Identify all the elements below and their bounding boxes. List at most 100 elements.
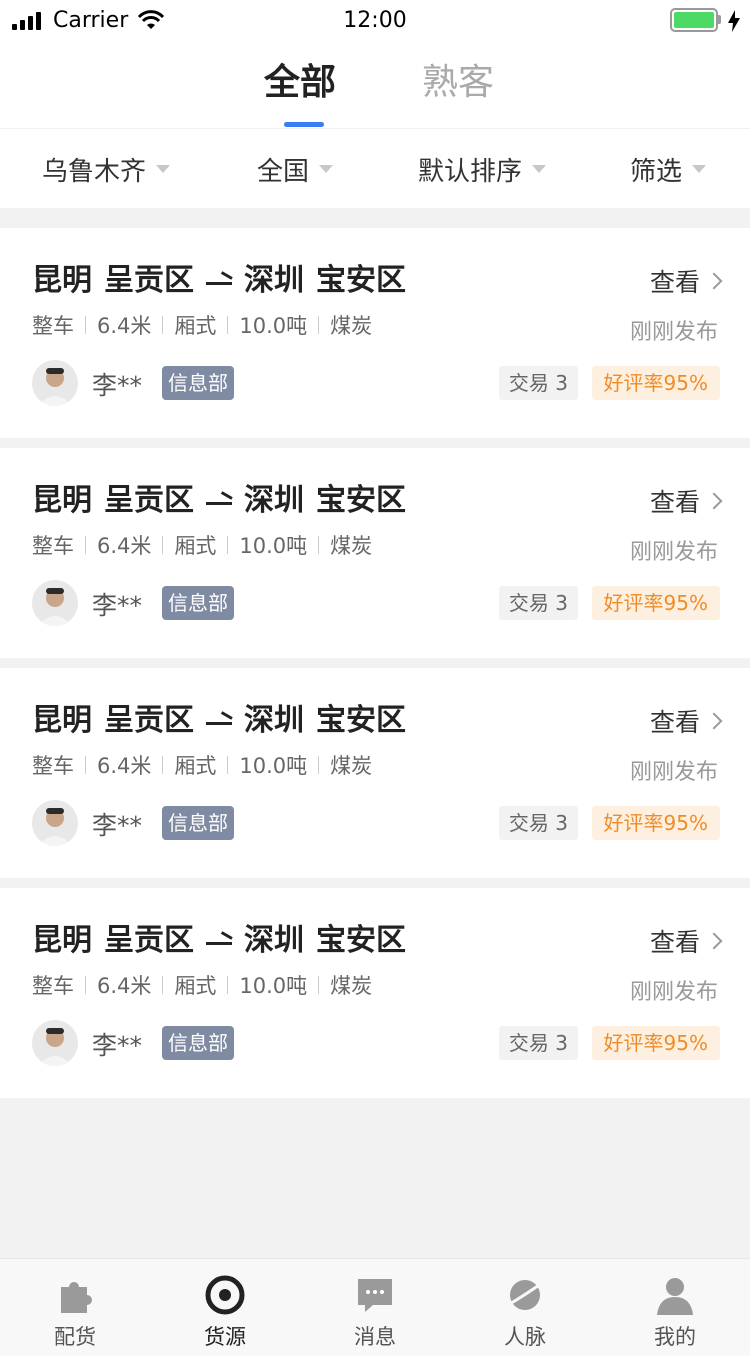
tabbar-label: 人脉 (504, 1325, 546, 1349)
route: 昆明 呈贡区 深圳 宝安区 (32, 260, 406, 302)
tabbar-item-dispatch[interactable]: 配货 (0, 1259, 150, 1356)
trade-count-badge: 交易 3 (498, 366, 578, 400)
spec-item: 厢式 (174, 534, 217, 558)
listing-card[interactable]: 昆明 呈贡区 深圳 宝安区 整车 6.4米 厢式 10.0吨 煤炭 查看 刚刚发… (0, 668, 750, 878)
cargo-specs: 整车 6.4米 厢式 10.0吨 煤炭 (32, 310, 372, 340)
filter-region-label: 全国 (257, 156, 310, 187)
route-arrow-icon (206, 274, 232, 288)
spec-item: 厢式 (174, 754, 217, 778)
spec-item: 6.4米 (97, 754, 152, 778)
avatar[interactable] (32, 1020, 78, 1066)
tabbar-item-me[interactable]: 我的 (600, 1259, 750, 1356)
poster-tag-badge: 信息部 (162, 366, 234, 400)
route-arrow-icon (206, 714, 232, 728)
trade-count-badge: 交易 3 (498, 806, 578, 840)
cargo-specs: 整车 6.4米 厢式 10.0吨 煤炭 (32, 970, 372, 1000)
route-arrow-icon (206, 934, 232, 948)
filter-screen-label: 筛选 (630, 156, 683, 187)
trade-count-badge: 交易 3 (498, 586, 578, 620)
avatar[interactable] (32, 360, 78, 406)
spec-item: 整车 (32, 314, 74, 338)
listing-card[interactable]: 昆明 呈贡区 深圳 宝安区 整车 6.4米 厢式 10.0吨 煤炭 查看 刚刚发… (0, 228, 750, 438)
poster-tag-badge: 信息部 (162, 1026, 234, 1060)
view-button[interactable]: 查看 (650, 264, 723, 298)
dest-district: 宝安区 (316, 263, 406, 298)
dest-city: 深圳 (244, 703, 304, 738)
tabbar-item-cargo[interactable]: 货源 (150, 1259, 300, 1356)
listing-card[interactable]: 昆明 呈贡区 深圳 宝安区 整车 6.4米 厢式 10.0吨 煤炭 查看 刚刚发… (0, 448, 750, 658)
tab-all[interactable]: 全部 (264, 58, 336, 108)
spec-item: 6.4米 (97, 314, 152, 338)
spec-item: 10.0吨 (239, 974, 308, 998)
avatar[interactable] (32, 800, 78, 846)
filter-sort[interactable]: 默认排序 (418, 129, 547, 209)
route: 昆明 呈贡区 深圳 宝安区 (32, 480, 406, 522)
origin-district: 呈贡区 (104, 263, 194, 298)
chevron-right-icon (705, 272, 723, 290)
origin-city: 昆明 (32, 703, 92, 738)
poster-name: 李** (92, 811, 143, 840)
caret-down-icon (156, 165, 171, 173)
tabbar-label: 消息 (354, 1325, 396, 1349)
view-button[interactable]: 查看 (650, 484, 723, 518)
spec-item: 整车 (32, 534, 74, 558)
dest-city: 深圳 (244, 483, 304, 518)
filter-region[interactable]: 全国 (257, 129, 334, 209)
chevron-right-icon (705, 932, 723, 950)
tabbar-item-network[interactable]: 人脉 (450, 1259, 600, 1356)
poster-name: 李** (92, 371, 143, 400)
tabbar-item-messages[interactable]: 消息 (300, 1259, 450, 1356)
listing-card[interactable]: 昆明 呈贡区 深圳 宝安区 整车 6.4米 厢式 10.0吨 煤炭 查看 刚刚发… (0, 888, 750, 1098)
battery-icon (670, 8, 718, 32)
battery-tip (718, 15, 721, 24)
route: 昆明 呈贡区 深圳 宝安区 (32, 700, 406, 742)
avatar[interactable] (32, 580, 78, 626)
rating-badge: 好评率95% (591, 366, 720, 400)
route-arrow-icon (206, 494, 232, 508)
spec-item: 煤炭 (330, 974, 373, 998)
cargo-specs: 整车 6.4米 厢式 10.0吨 煤炭 (32, 750, 372, 780)
dest-city: 深圳 (244, 923, 304, 958)
origin-district: 呈贡区 (104, 923, 194, 958)
cargo-specs: 整车 6.4米 厢式 10.0吨 煤炭 (32, 530, 372, 560)
planet-icon (507, 1280, 543, 1310)
status-bar: Carrier 12:00 (0, 0, 750, 44)
spec-item: 厢式 (174, 314, 217, 338)
top-tabs: 全部 熟客 (0, 44, 750, 128)
posted-time: 刚刚发布 (629, 760, 718, 785)
filter-bar: 乌鲁木齐 全国 默认排序 筛选 (0, 128, 750, 208)
origin-city: 昆明 (32, 923, 92, 958)
dest-city: 深圳 (244, 263, 304, 298)
poster-name: 李** (92, 591, 143, 620)
filter-city[interactable]: 乌鲁木齐 (42, 129, 171, 209)
poster-tag-badge: 信息部 (162, 586, 234, 620)
spec-item: 6.4米 (97, 974, 152, 998)
spec-item: 煤炭 (330, 314, 373, 338)
view-button[interactable]: 查看 (650, 704, 723, 738)
listing-list: 昆明 呈贡区 深圳 宝安区 整车 6.4米 厢式 10.0吨 煤炭 查看 刚刚发… (0, 228, 750, 1108)
spec-item: 6.4米 (97, 534, 152, 558)
rating-badge: 好评率95% (591, 586, 720, 620)
posted-time: 刚刚发布 (629, 540, 718, 565)
caret-down-icon (692, 165, 707, 173)
dest-district: 宝安区 (316, 483, 406, 518)
filter-sort-label: 默认排序 (418, 156, 523, 187)
spec-item: 整车 (32, 974, 74, 998)
dest-district: 宝安区 (316, 923, 406, 958)
posted-time: 刚刚发布 (629, 320, 718, 345)
charging-bolt-icon (728, 10, 740, 32)
dest-district: 宝安区 (316, 703, 406, 738)
chat-icon (358, 1279, 392, 1312)
filter-screen[interactable]: 筛选 (630, 129, 707, 209)
active-tab-indicator (284, 122, 324, 127)
tab-regulars[interactable]: 熟客 (422, 58, 494, 108)
target-icon (205, 1275, 245, 1315)
view-button[interactable]: 查看 (650, 924, 723, 958)
bottom-tabbar: 配货 货源 消息 人脉 我的 (0, 1258, 750, 1356)
spec-item: 10.0吨 (239, 754, 308, 778)
person-icon (657, 1278, 693, 1315)
poster-name: 李** (92, 1031, 143, 1060)
spec-item: 整车 (32, 754, 74, 778)
chevron-right-icon (705, 712, 723, 730)
poster-tag-badge: 信息部 (162, 806, 234, 840)
